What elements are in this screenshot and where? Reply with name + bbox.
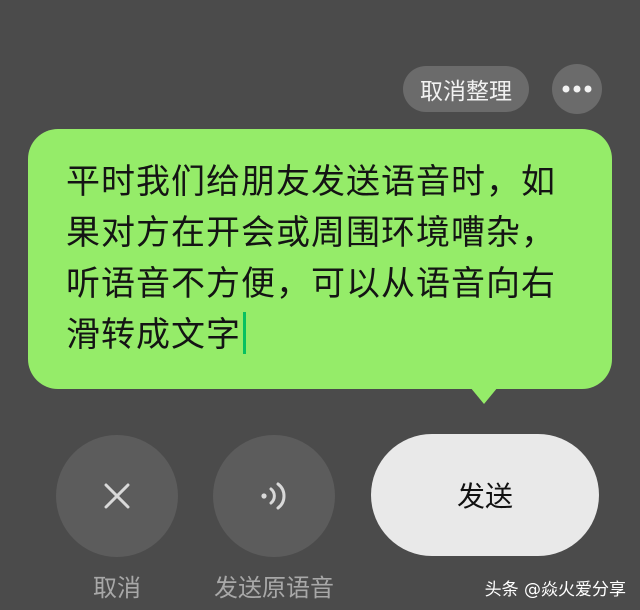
close-icon [104, 483, 130, 509]
text-cursor [243, 312, 246, 354]
cancel-organize-button[interactable]: 取消整理 [403, 66, 529, 112]
send-original-voice-label: 发送原语音 [214, 574, 334, 602]
send-original-voice-button[interactable] [213, 435, 335, 557]
voice-wave-icon [261, 482, 286, 510]
bubble-tail [470, 387, 498, 404]
watermark: 头条 @焱火爱分享 [485, 575, 626, 600]
watermark-text: 头条 @焱火爱分享 [484, 580, 626, 600]
send-button[interactable]: 发送 [371, 434, 599, 556]
more-dots-icon [562, 85, 592, 93]
cancel-button[interactable] [56, 435, 178, 557]
more-button[interactable] [552, 64, 602, 114]
bubble-text-editor[interactable]: 平时我们给朋友发送语音时，如果对方在开会或周围环境嘈杂，听语音不方便，可以从语音… [66, 157, 576, 361]
cancel-label: 取消 [93, 574, 141, 602]
voice-to-text-bubble[interactable]: 平时我们给朋友发送语音时，如果对方在开会或周围环境嘈杂，听语音不方便，可以从语音… [28, 129, 612, 389]
transcribed-text: 平时我们给朋友发送语音时，如果对方在开会或周围环境嘈杂，听语音不方便，可以从语音… [66, 162, 556, 355]
